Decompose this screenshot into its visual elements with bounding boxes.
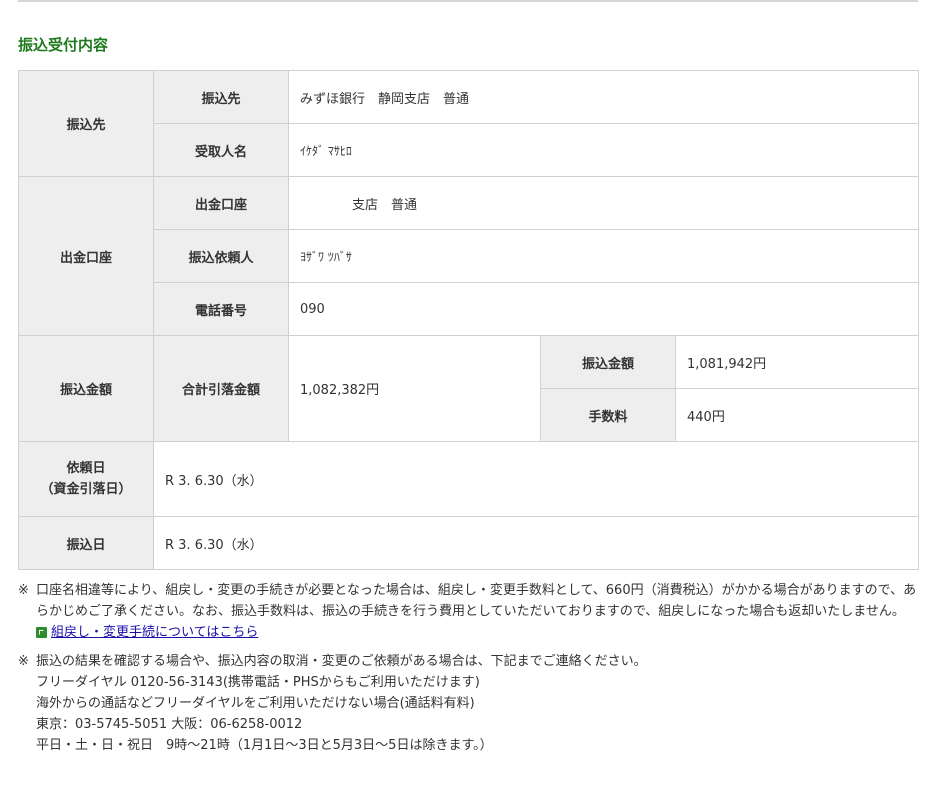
total-amount-label: 合計引落金額	[153, 335, 289, 442]
transfer-amount-value: 1,081,942円	[674, 335, 920, 389]
total-amount-value: 1,082,382円	[288, 335, 541, 442]
table-row: 振込日 R 3. 6.30（水）	[18, 516, 920, 570]
table-row: 受取人名 ｲｹﾀﾞ ﾏｻﾋﾛ	[19, 123, 920, 177]
source-group-header: 出金口座	[18, 176, 154, 336]
note-contact-line: 海外からの通話などフリーダイヤルをご利用いただけない場合(通話料有料)	[36, 696, 475, 711]
request-date-label-line2: （資金引落日）	[40, 482, 132, 497]
note-refund-text: 口座名相違等により、組戻し・変更の手続きが必要となった場合は、組戻し・変更手数料…	[36, 583, 917, 619]
payee-group-header: 振込先	[18, 70, 154, 177]
request-date-value: R 3. 6.30（水）	[152, 441, 920, 517]
note-mark: ※	[18, 654, 29, 669]
transfer-amount-label: 振込金額	[540, 335, 676, 389]
note-contact-line: フリーダイヤル 0120-56-3143(携帯電話・PHSからもご利用いただけま…	[36, 675, 480, 690]
note-refund: ※ 口座名相違等により、組戻し・変更の手続きが必要となった場合は、組戻し・変更手…	[18, 580, 923, 643]
payee-value: みずほ銀行 静岡支店 普通	[287, 70, 920, 124]
recipient-label: 受取人名	[153, 123, 289, 177]
refund-procedure-link-row: 組戻し・変更手続についてはこちら	[36, 622, 923, 643]
fee-value: 440円	[674, 388, 920, 442]
transfer-date-value: R 3. 6.30（水）	[152, 516, 920, 570]
transfer-date-label: 振込日	[18, 516, 154, 570]
notes-section: ※ 口座名相違等により、組戻し・変更の手続きが必要となった場合は、組戻し・変更手…	[18, 580, 923, 756]
table-row: 振込金額 合計引落金額 1,082,382円 振込金額 1,081,942円	[18, 335, 920, 442]
fee-label: 手数料	[540, 388, 676, 442]
requester-value: ﾖｻﾞﾜ ﾂﾊﾞｻ	[287, 229, 920, 283]
note-mark: ※	[18, 583, 29, 598]
request-date-label: 依頼日 （資金引落日）	[18, 441, 154, 517]
request-date-label-line1: 依頼日	[66, 461, 106, 476]
table-row: 振込依頼人 ﾖｻﾞﾜ ﾂﾊﾞｻ	[19, 229, 920, 283]
note-contact-line: 振込の結果を確認する場合や、振込内容の取消・変更のご依頼がある場合は、下記までご…	[36, 654, 647, 669]
table-row: 電話番号 090	[19, 282, 920, 336]
amount-group-header: 振込金額	[18, 335, 154, 442]
note-contact-line: 平日・土・日・祝日 9時～21時（1月1日～3日と5月3日～5日は除きます。）	[36, 738, 493, 753]
table-row: 振込先 振込先 みずほ銀行 静岡支店 普通	[18, 70, 920, 177]
payee-label: 振込先	[153, 70, 289, 124]
source-account-value: 支店 普通	[287, 176, 920, 230]
top-divider	[18, 0, 918, 2]
section-title: 振込受付内容	[18, 36, 109, 54]
table-row: 出金口座 出金口座 支店 普通	[18, 176, 920, 336]
recipient-value: ｲｹﾀﾞ ﾏｻﾋﾛ	[287, 123, 920, 177]
table-row: 依頼日 （資金引落日） R 3. 6.30（水）	[18, 441, 920, 517]
refund-procedure-link[interactable]: 組戻し・変更手続についてはこちら	[51, 622, 258, 643]
phone-label: 電話番号	[153, 282, 289, 336]
source-account-label: 出金口座	[153, 176, 289, 230]
transfer-details-table: 振込先 振込先 みずほ銀行 静岡支店 普通 受取人名 ｲｹﾀﾞ ﾏｻﾋﾛ 出金口…	[18, 70, 920, 570]
requester-label: 振込依頼人	[153, 229, 289, 283]
external-link-icon	[36, 627, 47, 638]
note-contact-line: 東京：03-5745-5051 大阪：06-6258-0012	[36, 717, 303, 732]
phone-value: 090	[287, 282, 920, 336]
note-contact: ※ 振込の結果を確認する場合や、振込内容の取消・変更のご依頼がある場合は、下記ま…	[18, 651, 923, 756]
